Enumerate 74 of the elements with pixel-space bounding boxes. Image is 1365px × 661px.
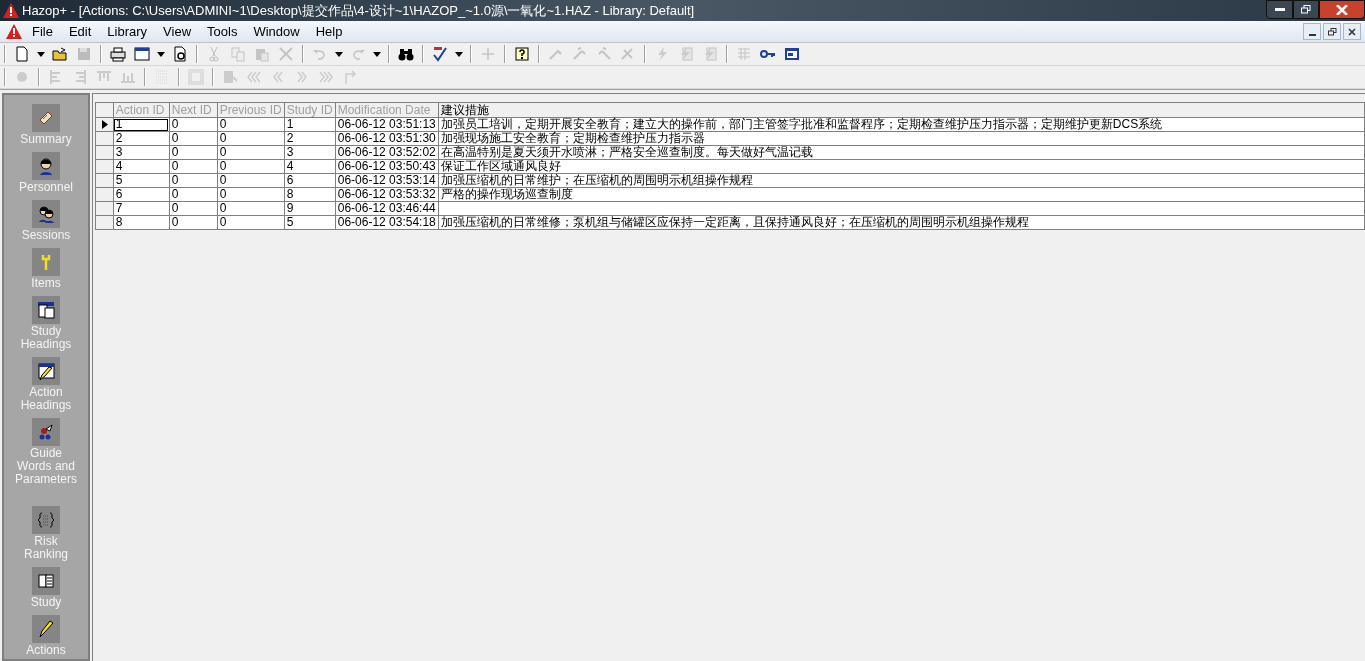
copy-icon xyxy=(230,46,246,62)
frame-icon xyxy=(188,69,204,85)
sidebar-button[interactable] xyxy=(32,200,60,228)
sidebar-label[interactable]: Personnel xyxy=(13,181,79,194)
first-icon xyxy=(246,69,262,85)
lightning-page-icon xyxy=(678,46,694,62)
sidebar-label[interactable]: Sessions xyxy=(13,229,79,242)
people-icon xyxy=(36,204,56,224)
sidebar-label[interactable]: Study xyxy=(13,596,79,609)
sidebar-label[interactable]: Summary xyxy=(13,133,79,146)
scissors-icon xyxy=(206,46,222,62)
pages-icon xyxy=(36,300,56,320)
help-icon xyxy=(514,46,530,62)
next-icon xyxy=(294,69,310,85)
caret-icon xyxy=(373,51,381,57)
restore-button[interactable] xyxy=(1323,23,1341,40)
caret-icon xyxy=(455,51,463,57)
minimize-button[interactable] xyxy=(1266,0,1293,19)
last-icon xyxy=(318,69,334,85)
lightning-page-icon xyxy=(702,46,718,62)
restore-icon xyxy=(1327,27,1337,36)
spell-check-icon xyxy=(432,46,448,62)
window-icon xyxy=(134,46,150,62)
caret-icon xyxy=(157,51,165,57)
sidebar-button[interactable] xyxy=(32,567,60,595)
menu-item[interactable]: File xyxy=(24,21,61,42)
folder-icon xyxy=(52,46,68,62)
magnifier-icon xyxy=(172,46,188,62)
circle-icon xyxy=(14,69,30,85)
sidebar-button[interactable] xyxy=(32,104,60,132)
printer-icon xyxy=(110,46,126,62)
sidebar-label[interactable]: Items xyxy=(13,277,79,290)
page-arrow-icon xyxy=(222,69,238,85)
toolbar-button[interactable] xyxy=(131,44,153,64)
window-title: Hazop+ - [Actions: C:\Users\ADMINI~1\Desktop\提交作品\4-设计~1\HAZOP_~1.0源\一氧化~1.HAZ - Library: Default] xyxy=(22,1,695,20)
previous-icon xyxy=(270,69,286,85)
menu-item[interactable]: Window xyxy=(245,21,308,42)
close-button[interactable] xyxy=(1343,23,1361,40)
clipboard-icon xyxy=(254,46,270,62)
card-icon xyxy=(784,46,800,62)
close-button[interactable] xyxy=(1319,0,1365,19)
menu-item[interactable]: Tools xyxy=(199,21,246,42)
warning-icon xyxy=(6,24,22,39)
sidebar-button[interactable] xyxy=(32,296,60,324)
sidebar-label[interactable]: Study Headings xyxy=(13,325,79,351)
sidebar-label[interactable]: Risk Ranking xyxy=(13,535,79,561)
restore-button[interactable] xyxy=(1293,0,1319,19)
toolbar-button[interactable] xyxy=(107,44,129,64)
close-icon xyxy=(1348,27,1356,36)
grid-icon xyxy=(736,46,752,62)
sidebar-button[interactable] xyxy=(32,357,60,385)
column-header[interactable]: 建议措施 xyxy=(438,102,1365,118)
plus-icon xyxy=(480,46,496,62)
page-icon xyxy=(14,46,30,62)
close-icon xyxy=(1336,4,1348,15)
restore-icon xyxy=(1301,5,1311,14)
menu-item[interactable]: Library xyxy=(99,21,156,42)
warning-icon xyxy=(3,3,19,18)
minimize-button[interactable] xyxy=(1303,23,1321,40)
delete-icon xyxy=(278,46,294,62)
sidebar-label[interactable]: Guide Words and Parameters xyxy=(13,447,79,486)
sidebar-button[interactable] xyxy=(32,615,60,643)
caret-icon xyxy=(37,51,45,57)
caret-icon xyxy=(335,51,343,57)
binoculars-icon xyxy=(398,46,414,62)
turn-arrow-icon xyxy=(342,69,358,85)
sidebar-label[interactable]: Action Headings xyxy=(13,386,79,412)
menu-item[interactable]: Edit xyxy=(60,21,100,42)
menu-item[interactable]: Help xyxy=(307,21,351,42)
menu-item[interactable]: View xyxy=(155,21,200,42)
book-icon xyxy=(36,571,56,591)
braces-icon xyxy=(36,510,56,530)
sidebar-button[interactable] xyxy=(32,152,60,180)
sidebar-label[interactable]: Actions xyxy=(13,644,79,657)
